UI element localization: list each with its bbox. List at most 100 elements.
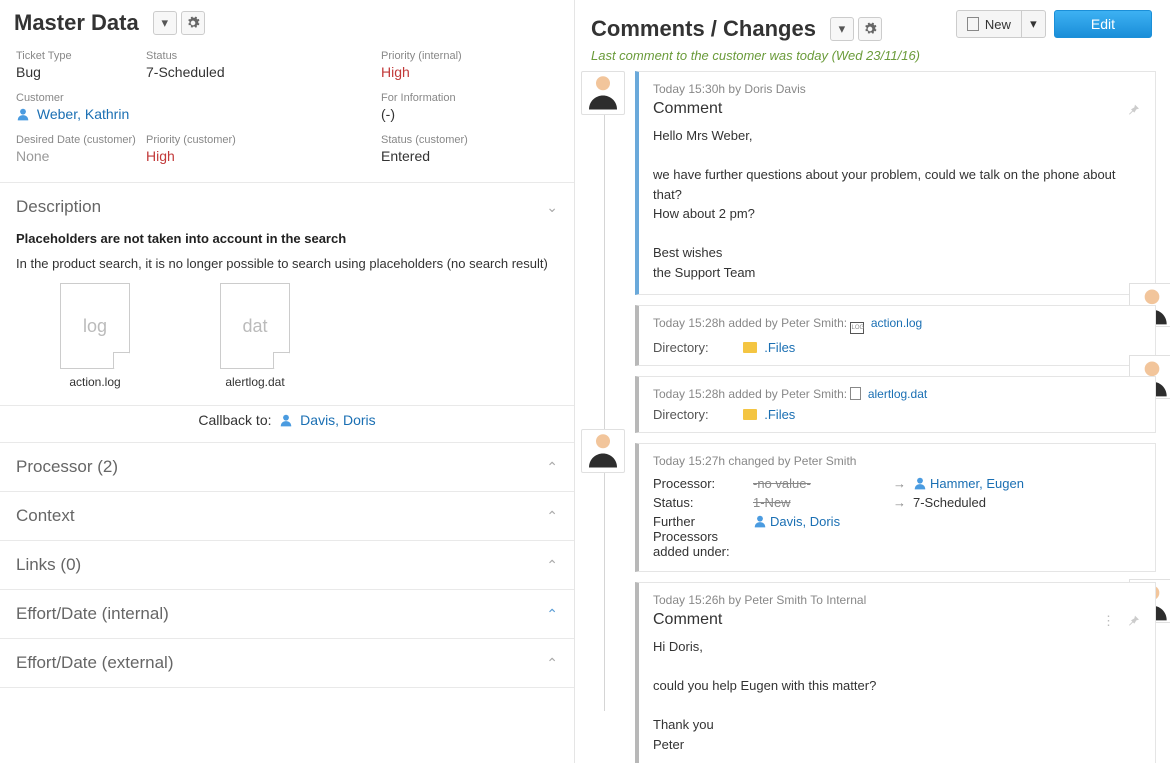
person-link[interactable]: Hammer, Eugen — [930, 476, 1024, 491]
section-context[interactable]: Context⌃ — [0, 492, 574, 540]
master-data-title: Master Data — [14, 10, 139, 36]
description-text: In the product search, it is no longer p… — [16, 256, 558, 271]
entry-meta: Today 15:30h by Doris Davis — [653, 82, 1141, 96]
timeline-entry-file: Today 15:28h added by Peter Smith: LOG a… — [635, 305, 1156, 366]
priority-internal-value: High — [381, 64, 575, 90]
file-icon: log — [60, 283, 130, 369]
chevron-up-icon: ⌃ — [546, 459, 558, 476]
section-effort-external-label: Effort/Date (external) — [16, 653, 173, 673]
change-old-value: -no value- — [753, 476, 893, 491]
log-icon: LOG — [850, 322, 864, 334]
attachment-item[interactable]: dat alertlog.dat — [220, 283, 290, 389]
chevron-down-icon: ▾ — [839, 21, 846, 37]
gear-icon — [186, 16, 200, 30]
pin-button[interactable] — [1125, 613, 1141, 632]
pin-icon — [1125, 613, 1141, 629]
chevron-down-icon: ⌄ — [546, 199, 558, 216]
arrow-icon: → — [893, 495, 913, 510]
entry-meta: Today 15:28h added by Peter Smith: — [653, 316, 847, 330]
section-effort-internal[interactable]: Effort/Date (internal)⌃ — [0, 590, 574, 638]
file-link[interactable]: alertlog.dat — [868, 387, 927, 401]
pin-button[interactable] — [1125, 102, 1141, 121]
avatar-customer — [581, 71, 625, 115]
section-processor[interactable]: Processor (2) ⌃ — [0, 443, 574, 491]
entry-meta: Today 15:26h by Peter Smith To Internal — [653, 593, 1141, 607]
comments-changes-title: Comments / Changes — [591, 16, 816, 42]
timeline-line — [604, 111, 605, 711]
entry-title: Comment — [653, 611, 1141, 629]
entry-body: Hello Mrs Weber, we have further questio… — [653, 126, 1141, 282]
desired-date-value: None — [16, 148, 146, 174]
timeline-entry-change: Today 15:27h changed by Peter Smith Proc… — [635, 443, 1156, 572]
chevron-up-icon: ⌃ — [546, 655, 558, 672]
file-icon: dat — [220, 283, 290, 369]
change-old-value: 1-New — [753, 495, 893, 510]
section-description[interactable]: Description ⌄ — [0, 183, 574, 231]
master-data-settings[interactable] — [181, 11, 205, 35]
description-heading: Description — [16, 197, 101, 217]
comments-settings[interactable] — [858, 17, 882, 41]
entry-meta: Today 15:27h changed by Peter Smith — [653, 454, 1141, 468]
section-links[interactable]: Links (0) ⌃ — [0, 541, 574, 589]
section-processor-label: Processor (2) — [16, 457, 118, 477]
last-comment-info: Last comment to the customer was today (… — [591, 48, 1170, 63]
directory-link[interactable]: .Files — [764, 340, 795, 355]
directory-link[interactable]: .Files — [764, 407, 795, 422]
gear-icon — [863, 22, 877, 36]
callback-label: Callback to: — [198, 412, 271, 428]
person-icon — [913, 476, 927, 490]
for-information-value: (-) — [381, 106, 575, 132]
description-title: Placeholders are not taken into account … — [16, 231, 558, 246]
more-button[interactable]: ⋮ — [1102, 613, 1115, 629]
attachment-item[interactable]: log action.log — [60, 283, 130, 389]
ticket-type-label: Ticket Type — [16, 50, 146, 62]
person-icon — [753, 514, 767, 528]
section-effort-external[interactable]: Effort/Date (external) ⌃ — [0, 639, 574, 687]
priority-internal-label: Priority (internal) — [381, 50, 575, 62]
priority-customer-value: High — [146, 148, 381, 174]
pin-icon — [1125, 102, 1141, 118]
folder-icon — [743, 342, 757, 353]
change-new-value: 7-Scheduled — [913, 495, 1141, 510]
person-icon — [279, 413, 293, 427]
timeline-entry-comment: Today 15:30h by Doris Davis Comment Hell… — [635, 71, 1156, 295]
ticket-type-value: Bug — [16, 64, 146, 90]
chevron-up-icon: ⌃ — [546, 557, 558, 574]
attachment-name: alertlog.dat — [225, 375, 284, 389]
callback-person-link[interactable]: Davis, Doris — [300, 412, 375, 428]
avatar-internal — [581, 429, 625, 473]
directory-label: Directory: — [653, 407, 739, 422]
status-value: 7-Scheduled — [146, 64, 381, 90]
attachment-name: action.log — [69, 375, 120, 389]
section-context-label: Context — [16, 506, 75, 526]
person-link[interactable]: Davis, Doris — [770, 514, 840, 529]
status-label: Status — [146, 50, 381, 62]
folder-icon — [743, 409, 757, 420]
change-field-label: Status: — [653, 495, 753, 510]
file-link[interactable]: action.log — [871, 316, 922, 330]
directory-label: Directory: — [653, 340, 739, 355]
entry-body: Hi Doris, could you help Eugen with this… — [653, 637, 1141, 754]
entry-meta: Today 15:28h added by Peter Smith: — [653, 387, 847, 401]
status-customer-value: Entered — [381, 148, 575, 174]
status-customer-label: Status (customer) — [381, 134, 575, 146]
change-field-label: Processor: — [653, 476, 753, 491]
section-effort-internal-label: Effort/Date (internal) — [16, 604, 169, 624]
arrow-icon: → — [893, 476, 913, 491]
more-icon: ⋮ — [1102, 613, 1115, 628]
entry-title: Comment — [653, 100, 1141, 118]
for-information-label: For Information — [381, 92, 575, 104]
chevron-down-icon: ▾ — [161, 15, 168, 31]
master-data-dropdown[interactable]: ▾ — [153, 11, 177, 35]
section-links-label: Links (0) — [16, 555, 81, 575]
customer-label: Customer — [16, 92, 146, 104]
priority-customer-label: Priority (customer) — [146, 134, 381, 146]
timeline-entry-file: Today 15:28h added by Peter Smith: alert… — [635, 376, 1156, 433]
comments-dropdown[interactable]: ▾ — [830, 17, 854, 41]
document-icon — [850, 387, 861, 400]
person-icon — [16, 107, 30, 121]
customer-link[interactable]: Weber, Kathrin — [37, 106, 129, 122]
timeline-entry-comment: Today 15:26h by Peter Smith To Internal … — [635, 582, 1156, 763]
change-field-label: Further Processors added under: — [653, 514, 753, 559]
desired-date-label: Desired Date (customer) — [16, 134, 146, 146]
